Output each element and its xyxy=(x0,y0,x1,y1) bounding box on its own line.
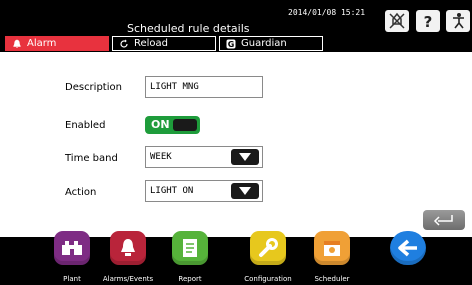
alarm-mute-icon xyxy=(389,12,405,29)
timeband-label: Time band xyxy=(65,153,118,164)
rule-details-panel: Description LIGHT MNG Enabled ON Time ba… xyxy=(0,52,472,237)
description-label: Description xyxy=(65,82,122,93)
alarm-mute-button[interactable] xyxy=(385,10,409,32)
enter-arrow-icon xyxy=(433,215,453,226)
enabled-label: Enabled xyxy=(65,120,106,131)
tab-reload-label: Reload xyxy=(134,38,169,49)
svg-text:?: ? xyxy=(424,13,433,30)
action-label: Action xyxy=(65,187,97,198)
nav-scheduler[interactable]: Scheduler xyxy=(300,231,364,285)
action-value: LIGHT ON xyxy=(150,186,194,196)
chevron-down-icon xyxy=(239,153,251,161)
guardian-icon: G xyxy=(226,39,236,49)
tab-guardian[interactable]: G Guardian xyxy=(219,36,323,51)
bell-icon xyxy=(13,39,21,48)
scheduler-icon xyxy=(314,231,350,265)
report-icon xyxy=(172,231,208,265)
chevron-down-icon xyxy=(239,187,251,195)
nav-report[interactable]: Report xyxy=(158,231,222,285)
description-field[interactable]: LIGHT MNG xyxy=(145,76,263,98)
timeband-dropdown-button[interactable] xyxy=(231,149,259,165)
page-title: Scheduled rule details xyxy=(127,22,250,35)
enabled-toggle[interactable]: ON xyxy=(145,116,200,134)
help-icon: ? xyxy=(424,13,433,30)
timeband-select[interactable]: WEEK xyxy=(145,146,263,168)
tab-guardian-label: Guardian xyxy=(241,38,287,49)
tab-reload[interactable]: Reload xyxy=(112,36,216,51)
plant-icon xyxy=(54,231,90,265)
bottom-nav: Plant Alarms/Events Report Configuration… xyxy=(0,231,472,285)
enabled-toggle-label: ON xyxy=(151,118,170,131)
accessibility-icon xyxy=(453,13,464,29)
svg-text:G: G xyxy=(228,40,235,49)
alarms-icon xyxy=(110,231,146,265)
timeband-value: WEEK xyxy=(150,152,172,162)
reload-icon xyxy=(120,39,128,48)
accessibility-button[interactable] xyxy=(446,10,470,32)
back-arrow-icon xyxy=(390,231,426,265)
nav-plant-label: Plant xyxy=(63,275,81,283)
tab-alarm[interactable]: Alarm xyxy=(5,36,109,51)
datetime: 2014/01/08 15:21 xyxy=(288,8,366,17)
nav-plant[interactable]: Plant xyxy=(40,231,104,285)
help-button[interactable]: ? xyxy=(416,10,440,32)
action-dropdown-button[interactable] xyxy=(231,183,259,199)
nav-configuration-label: Configuration xyxy=(244,275,292,283)
nav-back[interactable] xyxy=(376,231,440,285)
nav-scheduler-label: Scheduler xyxy=(314,275,350,283)
nav-alarms-label: Alarms/Events xyxy=(102,275,154,283)
tab-alarm-label: Alarm xyxy=(27,38,57,49)
toggle-knob xyxy=(173,119,197,131)
nav-alarms-events[interactable]: Alarms/Events xyxy=(96,231,160,285)
nav-report-label: Report xyxy=(178,275,202,283)
header-bar: Scheduled rule details 2014/01/08 15:21 … xyxy=(0,0,472,52)
enter-button[interactable] xyxy=(423,210,465,230)
nav-configuration[interactable]: Configuration xyxy=(236,231,300,285)
wrench-icon xyxy=(250,231,286,265)
action-select[interactable]: LIGHT ON xyxy=(145,180,263,202)
